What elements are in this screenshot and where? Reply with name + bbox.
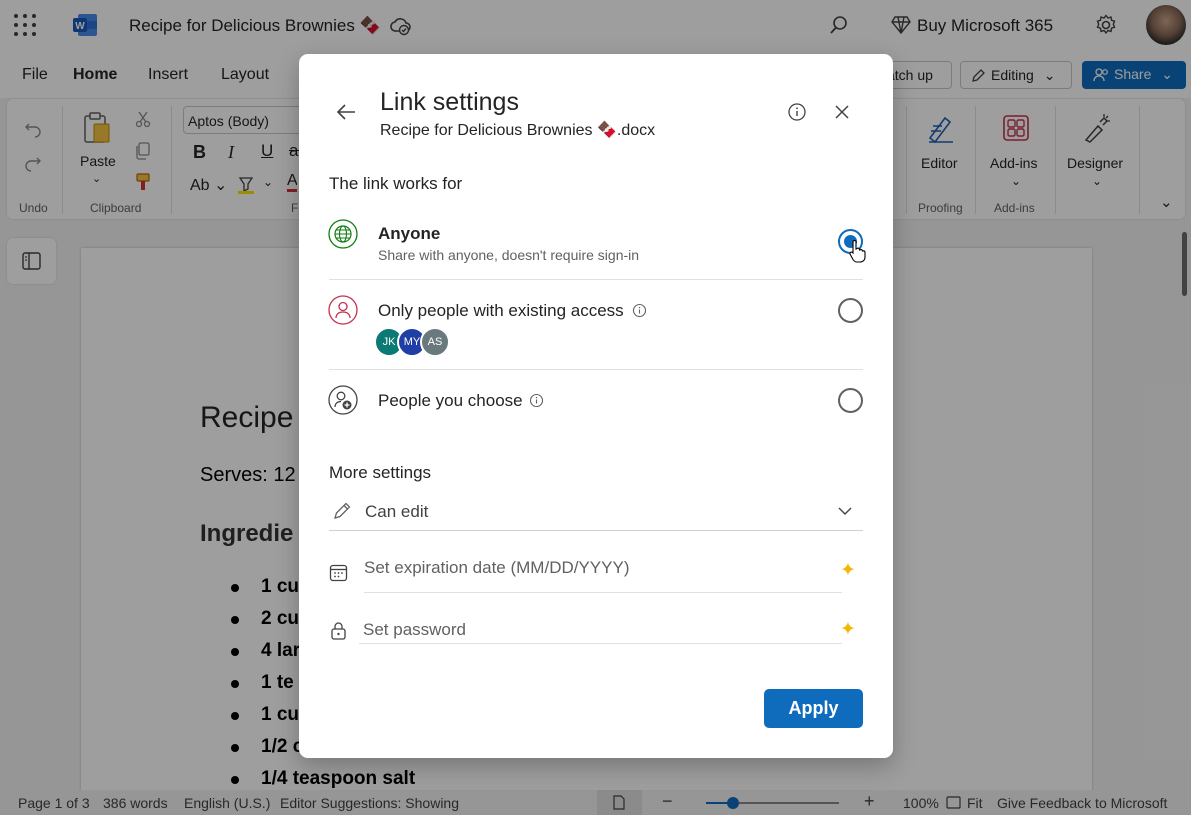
sparkle-icon: ✦ bbox=[840, 619, 856, 640]
divider bbox=[329, 530, 863, 531]
hand-pointer-cursor-icon bbox=[849, 240, 866, 263]
chevron-down-icon[interactable] bbox=[837, 505, 853, 517]
sparkle-icon: ✦ bbox=[840, 560, 856, 581]
calendar-icon bbox=[329, 564, 348, 582]
apply-button[interactable]: Apply bbox=[764, 689, 863, 728]
more-settings-heading: More settings bbox=[329, 463, 432, 482]
divider bbox=[364, 592, 842, 593]
option-existing-access-label[interactable]: Only people with existing access bbox=[378, 301, 624, 321]
divider bbox=[329, 279, 863, 280]
pencil-icon bbox=[334, 502, 351, 519]
option-existing-access-radio[interactable] bbox=[838, 298, 863, 323]
avatar-as: AS bbox=[420, 327, 450, 357]
lock-icon bbox=[331, 622, 346, 640]
option-anyone-label[interactable]: Anyone bbox=[378, 224, 440, 244]
dialog-subtitle: Recipe for Delicious Brownies 🍫.docx bbox=[380, 122, 656, 139]
expiration-date-input[interactable]: Set expiration date (MM/DD/YYYY) bbox=[364, 558, 629, 578]
option-anyone-description: Share with anyone, doesn't require sign-… bbox=[378, 247, 640, 263]
info-icon[interactable] bbox=[787, 102, 807, 122]
option-people-you-choose-radio[interactable] bbox=[838, 388, 863, 413]
person-icon bbox=[328, 295, 358, 325]
close-icon[interactable] bbox=[834, 104, 850, 120]
dialog-title: Link settings bbox=[380, 88, 519, 116]
divider bbox=[329, 369, 863, 370]
globe-icon bbox=[328, 219, 358, 249]
link-settings-dialog: Link settings Recipe for Delicious Brown… bbox=[299, 54, 893, 758]
password-input[interactable]: Set password bbox=[363, 620, 466, 640]
permission-dropdown[interactable]: Can edit bbox=[365, 502, 428, 522]
add-person-icon bbox=[328, 385, 358, 415]
link-works-for-heading: The link works for bbox=[329, 174, 463, 193]
info-icon[interactable] bbox=[632, 303, 647, 318]
back-arrow-icon[interactable] bbox=[335, 100, 359, 124]
info-icon[interactable] bbox=[529, 393, 544, 408]
divider bbox=[359, 643, 842, 644]
option-people-you-choose-label[interactable]: People you choose bbox=[378, 391, 523, 411]
